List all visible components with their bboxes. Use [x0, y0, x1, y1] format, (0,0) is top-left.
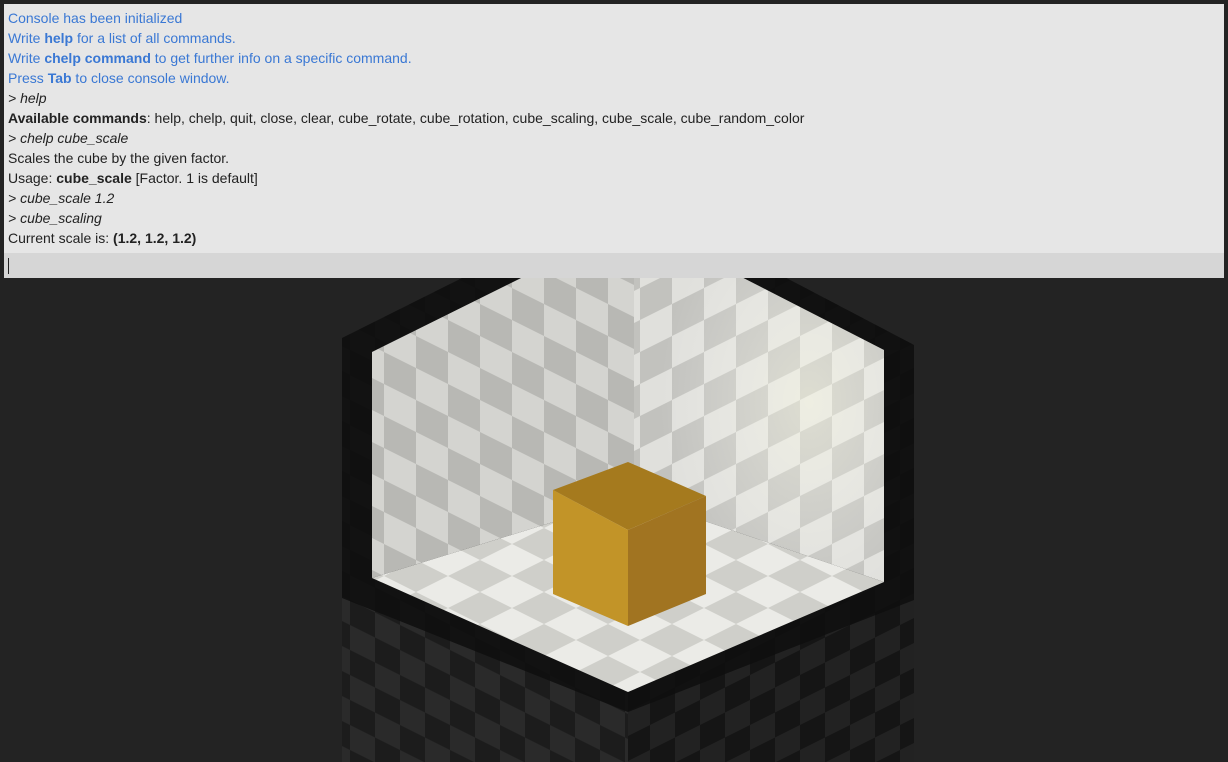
- text-caret: [8, 258, 9, 274]
- log-keyword: cube_scale: [56, 170, 132, 186]
- log-text: > chelp cube_scale: [8, 130, 129, 146]
- console-window: Console has been initialized Write help …: [4, 4, 1224, 278]
- log-keyword: chelp command: [44, 50, 151, 66]
- log-text: Current scale is:: [8, 230, 114, 246]
- log-keyword: help: [44, 30, 74, 46]
- log-text: to get further info on a specific comman…: [150, 50, 412, 66]
- log-line: Console has been initialized: [8, 8, 1224, 28]
- log-line-echo: > cube_scaling: [8, 208, 1224, 228]
- log-line: Available commands: help, chelp, quit, c…: [8, 108, 1224, 128]
- cube[interactable]: [553, 462, 706, 626]
- log-text: Write: [8, 30, 45, 46]
- log-line: Usage: cube_scale [Factor. 1 is default]: [8, 168, 1224, 188]
- log-text: Usage:: [8, 170, 57, 186]
- log-line-echo: > chelp cube_scale: [8, 128, 1224, 148]
- log-text: for a list of all commands.: [73, 30, 236, 46]
- log-text: > cube_scale 1.2: [8, 190, 115, 206]
- log-keyword: (1.2, 1.2, 1.2): [113, 230, 197, 246]
- log-line: Write help for a list of all commands.: [8, 28, 1224, 48]
- console-input[interactable]: [4, 253, 1224, 278]
- log-line: Press Tab to close console window.: [8, 68, 1224, 88]
- log-keyword: Available commands: [8, 110, 147, 126]
- console-log: Console has been initialized Write help …: [4, 4, 1224, 248]
- log-text: > help: [8, 90, 47, 106]
- log-keyword: Tab: [47, 70, 72, 86]
- log-line-echo: > help: [8, 88, 1224, 108]
- log-text: Write: [8, 50, 45, 66]
- log-text: Press: [8, 70, 48, 86]
- log-line: Scales the cube by the given factor.: [8, 148, 1224, 168]
- log-text: to close console window.: [71, 70, 230, 86]
- log-line: Current scale is: (1.2, 1.2, 1.2): [8, 228, 1224, 248]
- log-text: [Factor. 1 is default]: [131, 170, 258, 186]
- log-text: Scales the cube by the given factor.: [8, 150, 230, 166]
- log-line: Write chelp command to get further info …: [8, 48, 1224, 68]
- log-text: > cube_scaling: [8, 210, 102, 226]
- log-text: Console has been initialized: [8, 10, 183, 26]
- log-text: : help, chelp, quit, close, clear, cube_…: [146, 110, 805, 126]
- log-line-echo: > cube_scale 1.2: [8, 188, 1224, 208]
